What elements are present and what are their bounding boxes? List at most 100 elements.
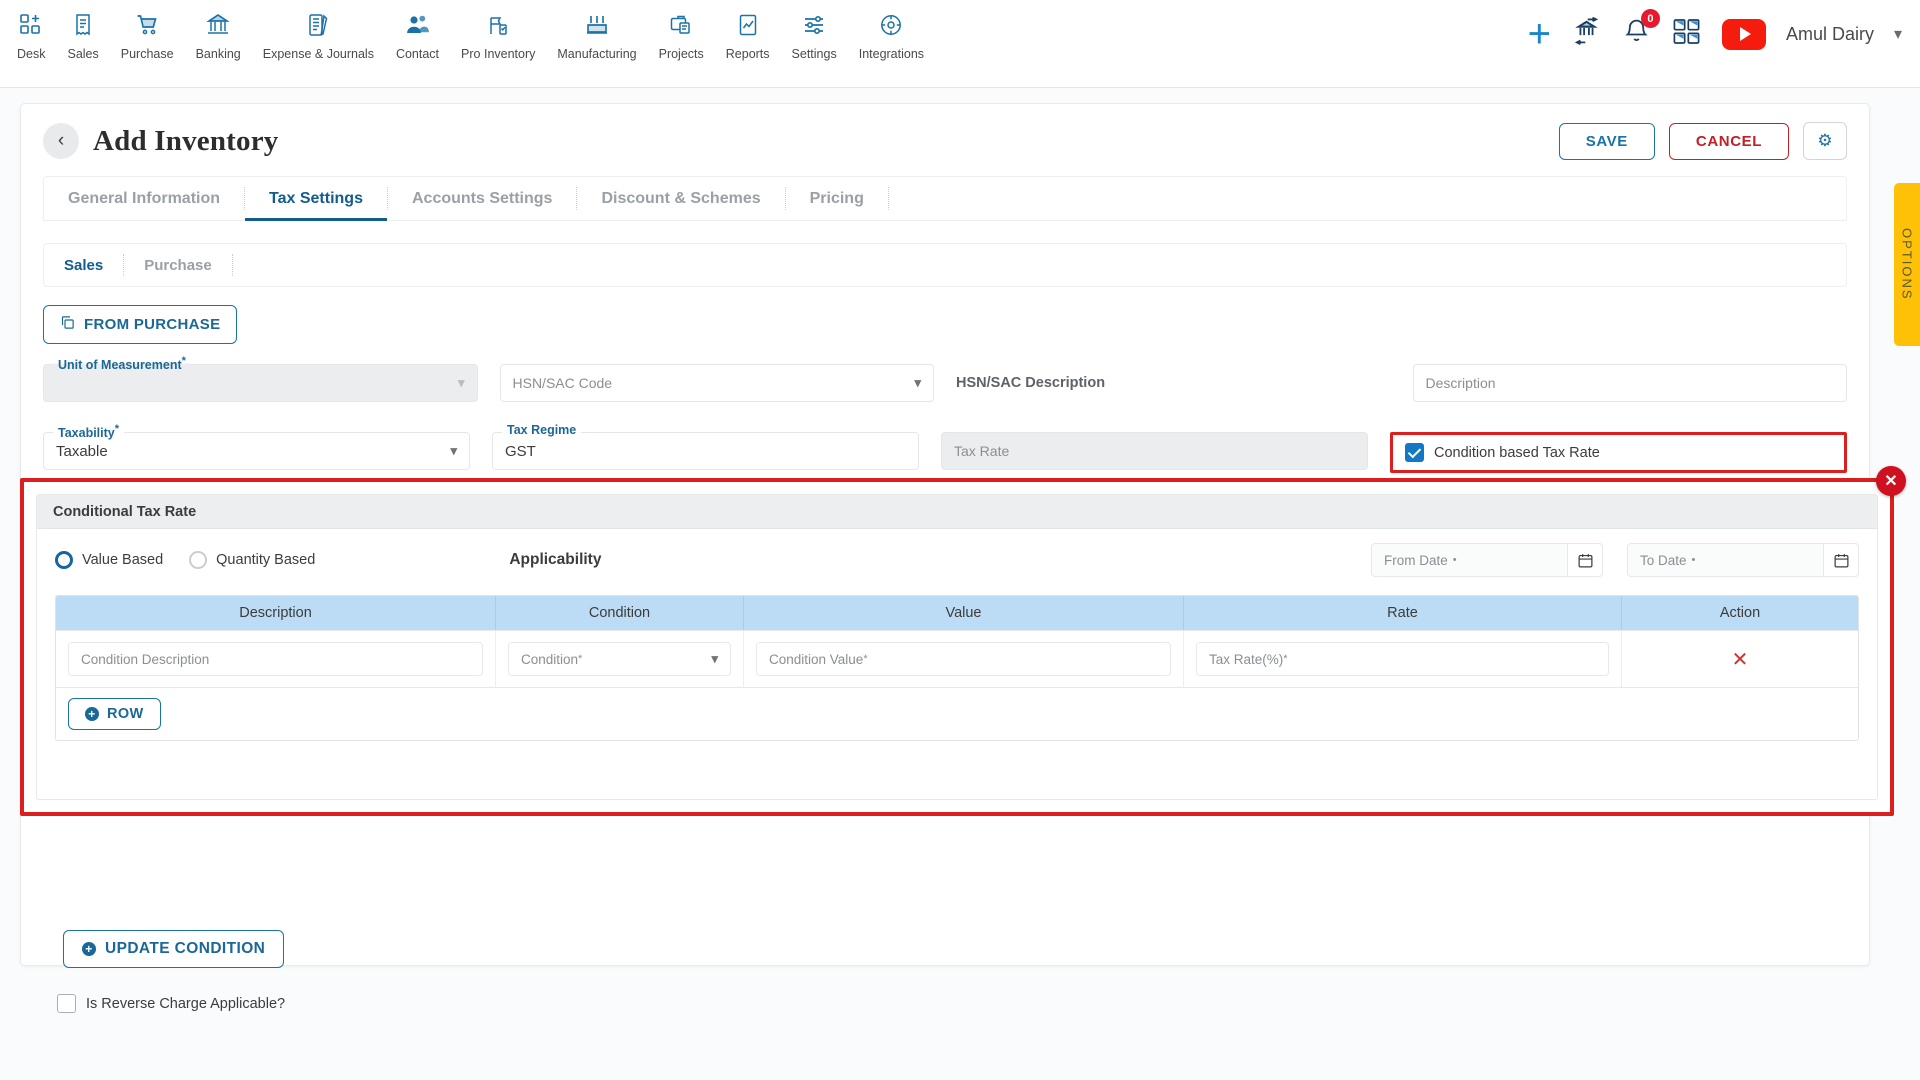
chevron-left-icon: ‹ [57,130,65,151]
nav-item-purchase[interactable]: Purchase [110,8,185,61]
nav-item-projects[interactable]: Projects [648,8,715,61]
from-purchase-label: FROM PURCHASE [84,316,221,333]
settings-gear-button[interactable]: ⚙ [1803,122,1847,160]
to-date-input[interactable]: To Date • [1627,543,1823,577]
apps-grid-icon[interactable] [1671,17,1702,51]
hsn-sac-code-select[interactable]: HSN/SAC Code ▾ [499,364,934,402]
nav-item-desk[interactable]: Desk [6,8,56,61]
nav-item-manufacturing[interactable]: Manufacturing [546,8,647,61]
main-tabs: General Information Tax Settings Account… [43,176,1847,221]
label-text: Taxability [58,426,115,441]
nav-label: Manufacturing [557,47,637,61]
hsn-sac-description-input[interactable]: Description [1412,364,1847,402]
top-nav-items: Desk Sales Purchase Banking Expense & Jo… [0,0,935,61]
nav-item-reports[interactable]: Reports [715,8,781,61]
cell-condition: Condition * ▾ [496,631,744,687]
tab-discount-schemes[interactable]: Discount & Schemes [577,177,784,220]
hsn-sac-description-cell: Description [1412,364,1847,402]
journal-icon [306,8,330,42]
update-condition-label: UPDATE CONDITION [105,940,266,957]
form-row-1: ▾ Unit of Measurement* HSN/SAC Code ▾ HS… [43,355,1847,402]
conditional-panel-inner: Conditional Tax Rate Value Based Quantit… [36,494,1878,800]
required-marker: • [1691,554,1696,566]
nav-item-pro-inventory[interactable]: Pro Inventory [450,8,546,61]
options-side-tab[interactable]: OPTIONS [1894,183,1920,346]
nav-label: Integrations [858,47,925,61]
tax-rate-cell: Tax Rate [941,432,1368,473]
subtab-purchase[interactable]: Purchase [124,244,232,286]
tab-pricing[interactable]: Pricing [786,177,888,220]
close-panel-button[interactable]: ✕ [1876,466,1906,496]
nav-label: Settings [791,47,837,61]
condition-based-tax-rate-checkbox[interactable] [1405,443,1424,462]
condition-description-placeholder: Condition Description [81,651,210,667]
card-header: ‹ Add Inventory SAVE CANCEL ⚙ [21,104,1869,170]
tax-rate-percent-input[interactable]: Tax Rate(%) * [1196,642,1609,676]
reverse-charge-checkbox[interactable] [57,994,76,1013]
chevron-down-icon: ▾ [450,443,457,458]
radio-quantity-based-label: Quantity Based [216,552,316,568]
column-header-action: Action [1719,605,1761,621]
condition-value-input[interactable]: Condition Value * [756,642,1171,676]
condition-value-placeholder: Condition Value [769,651,864,667]
hsn-sac-description-label-cell: HSN/SAC Description [956,364,1391,402]
plus-icon[interactable]: + [1528,14,1551,54]
add-row-button[interactable]: + ROW [68,698,161,730]
close-x-icon[interactable]: ✕ [1732,647,1749,672]
youtube-play-icon[interactable] [1721,18,1766,50]
table-header-row: Description Condition Value Rate Action [56,596,1858,630]
form-row-2: Taxable ▾ Taxability* GST Tax Regime Tax… [43,423,1847,473]
calendar-icon [1834,553,1848,567]
condition-description-input[interactable]: Condition Description [68,642,483,676]
nav-label: Projects [658,47,704,61]
required-marker: • [1452,554,1457,566]
from-date-input[interactable]: From Date • [1371,543,1567,577]
chevron-down-icon: ▾ [457,375,465,390]
chevron-down-icon[interactable]: ▾ [1894,24,1902,44]
nav-item-settings[interactable]: Settings [781,8,848,61]
label-text: Unit of Measurement [58,358,182,373]
nav-item-integrations[interactable]: Integrations [848,8,935,61]
cancel-button[interactable]: CANCEL [1668,122,1789,160]
required-marker: * [1283,653,1288,665]
cart-icon [135,8,160,42]
radio-quantity-based[interactable] [189,551,208,569]
update-condition-button[interactable]: + UPDATE CONDITION [63,930,285,968]
tax-rate-input[interactable]: Tax Rate [941,432,1368,470]
gear-icon: ⚙ [1817,131,1833,150]
plus-circle-icon: + [82,942,96,956]
required-marker: * [863,653,868,665]
back-button[interactable]: ‹ [43,123,79,159]
tax-regime-input[interactable]: GST [492,432,919,470]
required-marker: * [578,653,583,665]
nav-item-expense-journals[interactable]: Expense & Journals [252,8,385,61]
tax-regime-cell: GST Tax Regime [492,423,919,473]
nav-item-sales[interactable]: Sales [56,8,109,61]
to-date-picker-button[interactable] [1823,543,1859,577]
organization-name: Amul Dairy [1785,23,1874,44]
from-date-field: From Date • [1371,543,1603,577]
hsn-sac-description-label: HSN/SAC Description [956,375,1106,391]
bank-transfer-icon[interactable] [1571,16,1602,51]
hsn-sac-description-placeholder: Description [1425,375,1496,391]
from-date-picker-button[interactable] [1567,543,1603,577]
subtab-sales[interactable]: Sales [44,244,123,286]
notification-bell[interactable]: 0 [1622,9,1660,51]
nav-label: Reports [725,47,770,61]
report-chart-icon [736,8,760,42]
from-purchase-button[interactable]: FROM PURCHASE [43,305,238,344]
applicability-date-group: From Date • To Date • [1371,543,1859,577]
tab-tax-settings[interactable]: Tax Settings [245,177,387,221]
nav-label: Purchase [120,47,174,61]
tab-general-information[interactable]: General Information [44,177,244,220]
nav-item-contact[interactable]: Contact [385,8,450,61]
tab-accounts-settings[interactable]: Accounts Settings [388,177,576,220]
cell-action: ✕ [1622,631,1858,687]
save-button[interactable]: SAVE [1558,122,1655,160]
integrations-icon [879,8,903,42]
desk-icon [19,8,43,42]
condition-select[interactable]: Condition * ▾ [508,642,731,676]
nav-item-banking[interactable]: Banking [185,8,252,61]
required-marker: * [181,355,186,367]
radio-value-based[interactable] [55,551,73,569]
